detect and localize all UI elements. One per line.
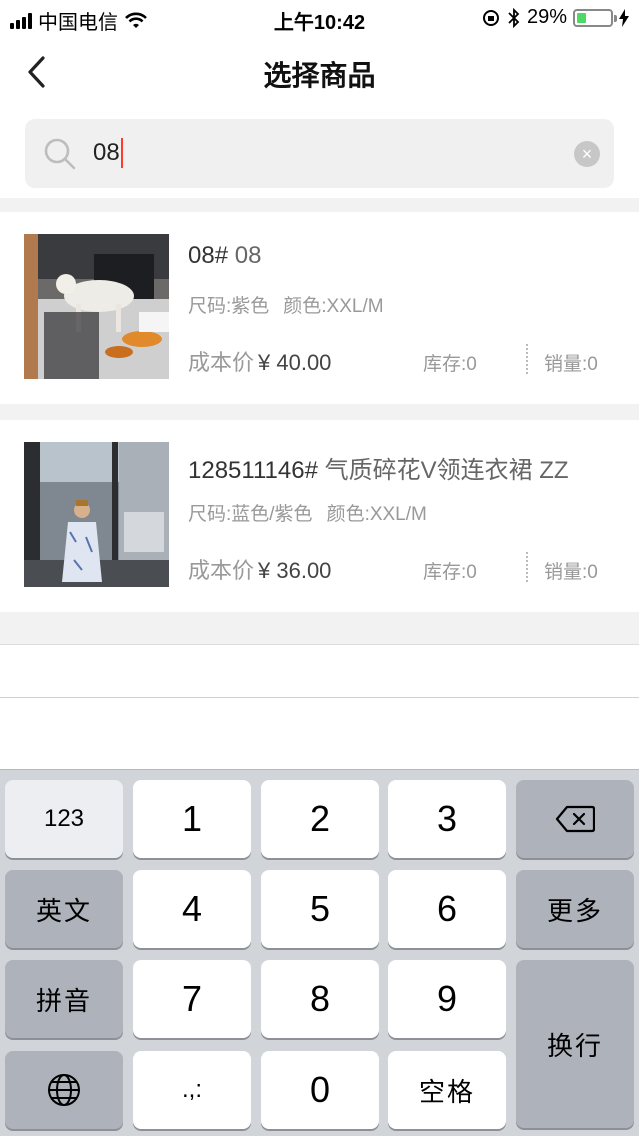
product-name: 08# 08 — [188, 242, 261, 270]
divider — [526, 552, 528, 582]
divider-line — [0, 697, 639, 698]
battery-icon — [573, 8, 617, 27]
status-right: 29% — [481, 6, 629, 29]
page-title: 选择商品 — [263, 60, 376, 91]
search-input[interactable]: 08 — [93, 133, 123, 173]
key-pinyin[interactable]: 拼音 — [5, 960, 123, 1038]
product-sales: 销量:0 — [544, 562, 598, 583]
status-bar: 中国电信 上午10:42 29% — [0, 0, 639, 36]
product-card[interactable]: 08# 08 尺码:紫色 颜色:XXL/M 成本价 ¥ 40.00 库存:0 销量:… — [0, 212, 639, 404]
key-space[interactable]: 空格 — [388, 1051, 506, 1129]
product-size: 尺码:紫色 — [188, 296, 270, 317]
product-thumbnail — [24, 442, 169, 587]
battery-percent: 29% — [526, 6, 567, 28]
divider — [526, 344, 528, 374]
product-spec: 尺码:紫色 颜色:XXL/M — [188, 291, 384, 318]
product-price: 成本价 ¥ 40.00 — [188, 345, 331, 377]
key-7[interactable]: 7 — [133, 960, 251, 1038]
key-punctuation[interactable]: .,: — [133, 1051, 251, 1129]
product-name: 128511146# 气质碎花V领连衣裙 ZZ — [188, 450, 569, 485]
price-label: 成本价 — [188, 558, 255, 583]
price-label: 成本价 — [188, 350, 255, 375]
product-color: 颜色:XXL/M — [326, 504, 427, 525]
key-return[interactable]: 换行 — [516, 960, 634, 1128]
key-9[interactable]: 9 — [388, 960, 506, 1038]
product-code: 气质碎花V领连衣裙 ZZ — [324, 457, 569, 484]
backspace-icon — [555, 805, 595, 833]
key-4[interactable]: 4 — [133, 870, 251, 948]
text-caret — [120, 138, 123, 168]
keyboard: 123 1 2 3 英文 4 5 6 更多 拼音 7 8 9 换行 .,: 0 … — [0, 769, 639, 1136]
clear-search-button[interactable]: × — [574, 141, 600, 167]
product-size: 尺码:蓝色/紫色 — [188, 504, 313, 525]
key-2[interactable]: 2 — [261, 780, 379, 858]
product-sku: 128511146# — [188, 457, 318, 484]
list-spacer — [0, 626, 639, 644]
product-stock: 库存:0 — [423, 562, 477, 583]
key-6[interactable]: 6 — [388, 870, 506, 948]
product-spec: 尺码:蓝色/紫色 颜色:XXL/M — [188, 499, 427, 526]
key-english[interactable]: 英文 — [5, 870, 123, 948]
product-sku: 08# — [188, 242, 229, 269]
key-123[interactable]: 123 — [5, 780, 123, 858]
search-box[interactable]: 08 × — [25, 119, 614, 188]
key-3[interactable]: 3 — [388, 780, 506, 858]
close-icon: × — [581, 144, 593, 164]
product-thumbnail — [24, 234, 169, 379]
globe-icon — [48, 1074, 80, 1106]
key-delete[interactable] — [516, 780, 634, 858]
product-color: 颜色:XXL/M — [283, 296, 384, 317]
charging-icon — [619, 8, 629, 27]
key-8[interactable]: 8 — [261, 960, 379, 1038]
product-stock: 库存:0 — [423, 354, 477, 375]
product-sales: 销量:0 — [544, 354, 598, 375]
empty-area — [0, 644, 639, 769]
search-icon — [44, 138, 76, 170]
price-value: ¥ 36.00 — [258, 558, 332, 583]
search-input-value: 08 — [93, 139, 120, 166]
nav-bar: 选择商品 — [0, 36, 639, 110]
bluetooth-icon — [508, 7, 520, 28]
key-1[interactable]: 1 — [133, 780, 251, 858]
key-globe[interactable] — [5, 1051, 123, 1129]
key-5[interactable]: 5 — [261, 870, 379, 948]
product-code: 08 — [234, 242, 262, 269]
key-0[interactable]: 0 — [261, 1051, 379, 1129]
search-area: 08 × — [0, 110, 639, 198]
product-card[interactable]: 128511146# 气质碎花V领连衣裙 ZZ 尺码:蓝色/紫色 颜色:XXL/M… — [0, 420, 639, 612]
key-more[interactable]: 更多 — [516, 870, 634, 948]
product-price: 成本价 ¥ 36.00 — [188, 553, 331, 585]
price-value: ¥ 40.00 — [258, 350, 332, 375]
orientation-lock-icon — [482, 9, 499, 26]
